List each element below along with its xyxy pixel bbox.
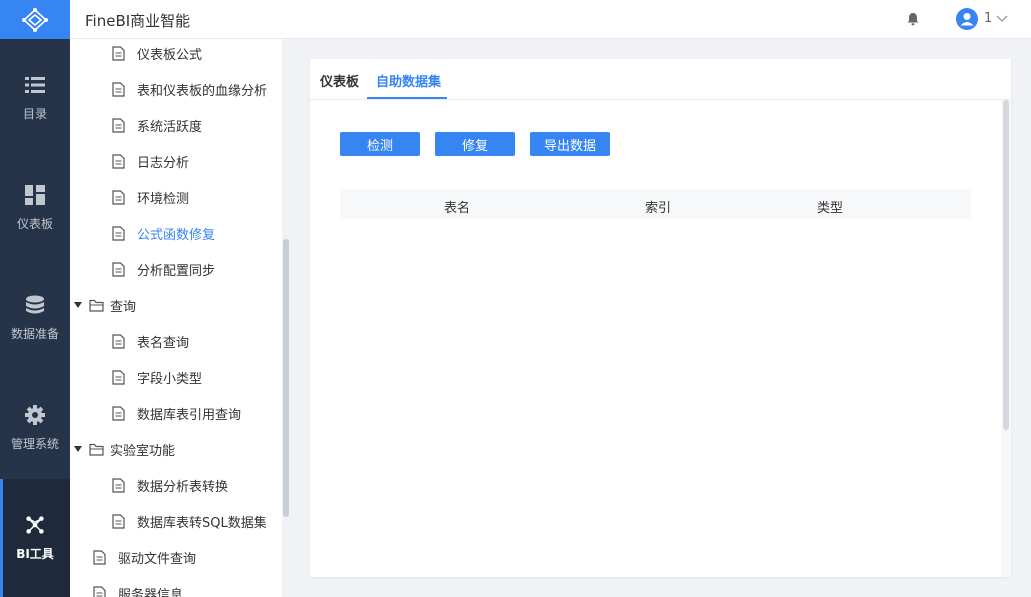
tree-item[interactable]: 驱动文件查询 — [70, 539, 280, 575]
tree-item[interactable]: 环境检测 — [70, 179, 280, 215]
document-icon — [112, 369, 125, 385]
tree-item-label: 服务器信息 — [118, 587, 184, 597]
export-data-button[interactable]: 导出数据 — [530, 132, 610, 156]
tree-scrollbar[interactable] — [282, 39, 290, 597]
database-icon — [26, 295, 44, 314]
nav-item-label: 目录 — [22, 107, 47, 121]
tree-item-label: 数据库表引用查询 — [137, 407, 242, 423]
column-header-type[interactable]: 类型 — [817, 197, 843, 216]
tree-item-label: 驱动文件查询 — [118, 551, 197, 567]
document-icon — [112, 477, 125, 493]
table-header: 表名 索引 类型 — [340, 189, 971, 219]
bell-icon[interactable] — [906, 12, 920, 26]
document-icon — [112, 225, 125, 241]
tree-item[interactable]: 字段小类型 — [70, 359, 280, 395]
tree-item[interactable]: 日志分析 — [70, 143, 280, 179]
tab-self-service-dataset[interactable]: 自助数据集 — [376, 71, 441, 90]
document-icon — [93, 549, 106, 565]
nav-item-bi-tools[interactable]: BI工具 — [0, 479, 70, 597]
app-logo[interactable] — [0, 0, 70, 39]
network-icon — [26, 516, 44, 534]
tree-item-label: 日志分析 — [137, 155, 190, 171]
document-icon — [112, 513, 125, 529]
nav-item-management[interactable]: 管理系统 — [0, 369, 70, 479]
tree-item-label: 仪表板公式 — [137, 47, 203, 63]
tree-item[interactable]: 仪表板公式 — [70, 39, 280, 71]
app-title: FineBI商业智能 — [85, 12, 191, 30]
tool-tree: 仪表板公式 表和仪表板的血缘分析 系统活跃度 日志分析 环境检测 公式函数修复 … — [70, 39, 290, 597]
column-header-table-name[interactable]: 表名 — [444, 197, 470, 216]
tree-item-label: 数据库表转SQL数据集 — [137, 515, 267, 531]
user-icon — [960, 13, 974, 26]
nav-item-label: 仪表板 — [16, 217, 53, 231]
nav-item-dashboard[interactable]: 仪表板 — [0, 149, 70, 259]
tree-item-label: 环境检测 — [137, 191, 190, 207]
tree-item-label: 数据分析表转换 — [137, 479, 229, 495]
document-icon — [112, 117, 125, 133]
active-tab-indicator — [367, 97, 447, 99]
tab-dashboard[interactable]: 仪表板 — [320, 71, 359, 90]
document-icon — [112, 189, 125, 205]
gear-icon — [25, 405, 45, 425]
main-panel: 仪表板 自助数据集 检测 修复 导出数据 表名 索引 类型 — [310, 59, 1011, 577]
tree-item[interactable]: 系统活跃度 — [70, 107, 280, 143]
chevron-down-icon[interactable] — [996, 12, 1008, 24]
tree-folder-label: 实验室功能 — [110, 443, 176, 459]
tree-item-selected[interactable]: 公式函数修复 — [70, 215, 280, 251]
tree-item-label: 公式函数修复 — [137, 227, 216, 243]
tree-folder[interactable]: 查询 — [70, 287, 280, 323]
detect-button[interactable]: 检测 — [340, 132, 420, 156]
column-header-index[interactable]: 索引 — [645, 197, 671, 216]
document-icon — [112, 45, 125, 61]
document-icon — [112, 81, 125, 97]
tree-item-label: 表和仪表板的血缘分析 — [137, 83, 268, 99]
tree-item-label: 字段小类型 — [137, 371, 203, 387]
document-icon — [112, 333, 125, 349]
document-icon — [112, 153, 125, 169]
tree-folder-label: 查询 — [110, 299, 137, 315]
caret-down-icon[interactable] — [73, 444, 83, 454]
nav-item-data-prep[interactable]: 数据准备 — [0, 259, 70, 369]
nav-item-label: 数据准备 — [10, 327, 59, 341]
page-edge — [1024, 39, 1031, 597]
dashboard-icon — [25, 185, 45, 205]
folder-icon — [89, 299, 104, 312]
repair-button[interactable]: 修复 — [435, 132, 515, 156]
tree-item[interactable]: 数据库表引用查询 — [70, 395, 280, 431]
tree-scrollbar-thumb[interactable] — [283, 239, 289, 517]
tab-bar: 仪表板 自助数据集 — [310, 59, 1011, 100]
caret-down-icon[interactable] — [73, 300, 83, 310]
document-icon — [93, 585, 106, 597]
tree-item[interactable]: 分析配置同步 — [70, 251, 280, 287]
tree-item-label: 分析配置同步 — [137, 263, 216, 279]
document-icon — [112, 261, 125, 277]
tree-item[interactable]: 表名查询 — [70, 323, 280, 359]
document-icon — [112, 405, 125, 421]
tree-item-label: 系统活跃度 — [137, 119, 203, 135]
tree-item-label: 表名查询 — [137, 335, 190, 351]
avatar[interactable] — [956, 8, 978, 30]
tree-item[interactable]: 表和仪表板的血缘分析 — [70, 71, 280, 107]
user-name[interactable]: 1 — [984, 11, 992, 26]
tree-item[interactable]: 数据库表转SQL数据集 — [70, 503, 280, 539]
tree-folder[interactable]: 实验室功能 — [70, 431, 280, 467]
list-icon — [25, 77, 45, 93]
logo-icon — [22, 7, 48, 32]
main-scrollbar-thumb[interactable] — [1003, 100, 1009, 430]
tree-item[interactable]: 数据分析表转换 — [70, 467, 280, 503]
folder-icon — [89, 443, 104, 456]
top-header: FineBI商业智能 1 — [70, 0, 1031, 39]
tree-item[interactable]: 服务器信息 — [70, 575, 280, 597]
nav-item-label: BI工具 — [16, 547, 54, 561]
nav-item-catalog[interactable]: 目录 — [0, 39, 70, 149]
nav-item-label: 管理系统 — [10, 437, 59, 451]
main-scrollbar[interactable] — [1001, 100, 1011, 577]
left-nav: 目录 仪表板 数据准备 管理系统 BI工具 — [0, 0, 70, 597]
